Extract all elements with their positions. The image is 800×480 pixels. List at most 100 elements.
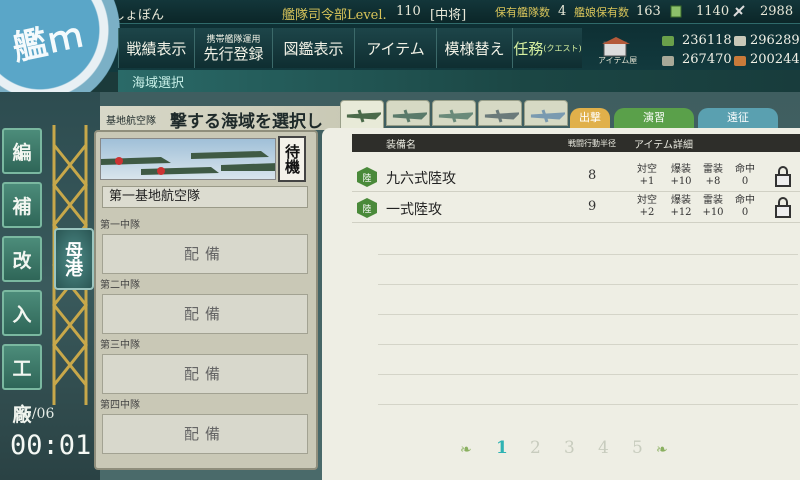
bucket-icon bbox=[670, 4, 682, 22]
steel-icon bbox=[662, 56, 674, 66]
squadron-label: 第三中隊 bbox=[100, 340, 140, 351]
menu-preregister[interactable]: 携帯艦隊運用 先行登録 bbox=[194, 28, 272, 68]
equipment-range: 9 bbox=[588, 199, 597, 214]
page-5[interactable]: 5 bbox=[632, 438, 643, 458]
page-2[interactable]: 2 bbox=[530, 438, 541, 458]
stat-aa: +2 bbox=[639, 207, 655, 218]
level-value: 110 bbox=[396, 4, 421, 19]
empty-row-divider bbox=[378, 254, 798, 255]
menu-furniture[interactable]: 模様替え bbox=[436, 28, 512, 68]
steel-count: 267470 bbox=[682, 52, 732, 67]
plane-icon bbox=[392, 109, 427, 123]
fuel-icon bbox=[662, 36, 674, 46]
side-supply[interactable]: 補給 bbox=[2, 182, 42, 264]
page-1[interactable]: 1 bbox=[496, 438, 508, 458]
empty-row-divider bbox=[378, 374, 798, 375]
plane-icon bbox=[484, 109, 519, 123]
stat-bomb: +10 bbox=[670, 176, 692, 187]
page-3[interactable]: 3 bbox=[564, 438, 575, 458]
squadron-label: 第一中隊 bbox=[100, 220, 140, 231]
devmat-icon bbox=[732, 4, 746, 22]
equipment-name: 九六式陸攻 bbox=[386, 171, 456, 187]
rank-label: [中将] bbox=[430, 8, 467, 23]
date-display: 05/06 bbox=[14, 406, 55, 422]
plane-artwork bbox=[100, 138, 276, 180]
plane-tab-5[interactable] bbox=[524, 100, 568, 126]
base-title: 基地航空隊 撃する海域を選択し bbox=[106, 112, 323, 132]
main-menu: 戦績表示 携帯艦隊運用 先行登録 図鑑表示 アイテム 模様替え 任務 (クエスト) bbox=[118, 28, 608, 68]
empty-row-divider bbox=[378, 404, 798, 405]
bucket-count: 1140 bbox=[696, 4, 730, 19]
ammo-count: 296289 bbox=[750, 33, 800, 48]
plane-icon bbox=[530, 109, 565, 123]
plane-tab-2[interactable] bbox=[386, 100, 430, 126]
ammo-icon bbox=[734, 36, 746, 46]
stat-torpedo: +8 bbox=[705, 176, 721, 187]
col-range: 戦闘行動半径 bbox=[568, 139, 616, 148]
equipment-range: 8 bbox=[588, 168, 597, 183]
equipment-row[interactable]: 陸 一式陸攻 9 対空 +2 爆装 +12 雷装 +10 命中 0 bbox=[352, 193, 800, 223]
tab-exercise[interactable]: 演習 bbox=[614, 108, 694, 128]
squadron-slot[interactable]: 配備 bbox=[102, 234, 308, 274]
item-shop-label: アイテム屋 bbox=[598, 56, 638, 65]
empty-row-divider bbox=[378, 284, 798, 285]
bauxite-icon bbox=[734, 56, 746, 66]
svg-text:陸: 陸 bbox=[362, 172, 371, 184]
level-label: 艦隊司令部Level. bbox=[282, 8, 387, 23]
empty-row-divider bbox=[378, 344, 798, 345]
lock-icon[interactable] bbox=[772, 197, 794, 219]
col-detail: アイテム詳細 bbox=[634, 140, 693, 151]
plane-tab-4[interactable] bbox=[478, 100, 522, 126]
equipment-header: 装備名 戦闘行動半径 アイテム詳細 bbox=[352, 134, 800, 152]
side-arsenal[interactable]: 工廠 bbox=[2, 344, 42, 426]
squadron-label: 第四中隊 bbox=[100, 400, 140, 411]
stat-bomb: +12 bbox=[670, 207, 692, 218]
ships-count: 4 bbox=[558, 4, 567, 19]
menu-items[interactable]: アイテム bbox=[354, 28, 436, 68]
side-repair[interactable]: 入渠 bbox=[2, 290, 42, 372]
equipment-name: 一式陸攻 bbox=[386, 202, 442, 218]
prev-arrow-icon[interactable]: ❧ bbox=[460, 442, 472, 458]
port-button[interactable]: 母港 bbox=[54, 228, 94, 290]
squadron-slot[interactable]: 配備 bbox=[102, 294, 308, 334]
stat-accuracy: 0 bbox=[741, 207, 749, 218]
land-attacker-icon: 陸 bbox=[357, 167, 377, 187]
clock-display: 00:01 bbox=[10, 430, 92, 461]
menu-encyclopedia[interactable]: 図鑑表示 bbox=[272, 28, 354, 68]
plane-tab-1[interactable] bbox=[340, 100, 384, 130]
girls-label: 艦娘保有数 bbox=[574, 6, 629, 19]
squadron-slot[interactable]: 配備 bbox=[102, 414, 308, 454]
status-badge[interactable]: 待機 bbox=[278, 136, 306, 182]
col-name: 装備名 bbox=[386, 140, 416, 151]
lock-icon[interactable] bbox=[772, 166, 794, 188]
player-name: しょぼん bbox=[112, 8, 165, 23]
status-bar: しょぼん 艦隊司令部Level. 110 [中将] 保有艦隊数 4 艦娘保有数 … bbox=[100, 0, 800, 24]
side-remodel[interactable]: 改装 bbox=[2, 236, 42, 318]
stat-aa: +1 bbox=[639, 176, 655, 187]
squadron-slot[interactable]: 配備 bbox=[102, 354, 308, 394]
next-arrow-icon[interactable]: ❧ bbox=[656, 442, 668, 458]
plane-icon bbox=[346, 109, 381, 123]
equipment-row[interactable]: 陸 九六式陸攻 8 対空 +1 爆装 +10 雷装 +8 命中 0 bbox=[352, 162, 800, 192]
empty-row-divider bbox=[378, 314, 798, 315]
tab-expedition[interactable]: 遠征 bbox=[698, 108, 778, 128]
menu-quest[interactable]: 任務 (クエスト) bbox=[512, 28, 582, 68]
stat-torpedo: +10 bbox=[702, 207, 724, 218]
menu-record[interactable]: 戦績表示 bbox=[118, 28, 194, 68]
plane-icon bbox=[438, 109, 473, 123]
page-4[interactable]: 4 bbox=[598, 438, 609, 458]
pagination: ❧ 1 2 3 4 5 ❧ bbox=[460, 438, 680, 462]
bauxite-count: 200244 bbox=[750, 52, 800, 67]
devmat-count: 2988 bbox=[760, 4, 794, 19]
tab-sortie[interactable]: 出撃 bbox=[570, 108, 610, 128]
svg-text:陸: 陸 bbox=[362, 203, 371, 215]
ships-label: 保有艦隊数 bbox=[495, 6, 550, 19]
stat-accuracy: 0 bbox=[741, 176, 749, 187]
girls-count: 163 bbox=[636, 4, 661, 19]
squadron-label: 第二中隊 bbox=[100, 280, 140, 291]
side-organize[interactable]: 編成 bbox=[2, 128, 42, 210]
plane-tab-3[interactable] bbox=[432, 100, 476, 126]
breadcrumb: 海域選択 bbox=[118, 70, 800, 92]
base-name: 第一基地航空隊 bbox=[102, 186, 308, 208]
fuel-count: 236118 bbox=[682, 33, 732, 48]
